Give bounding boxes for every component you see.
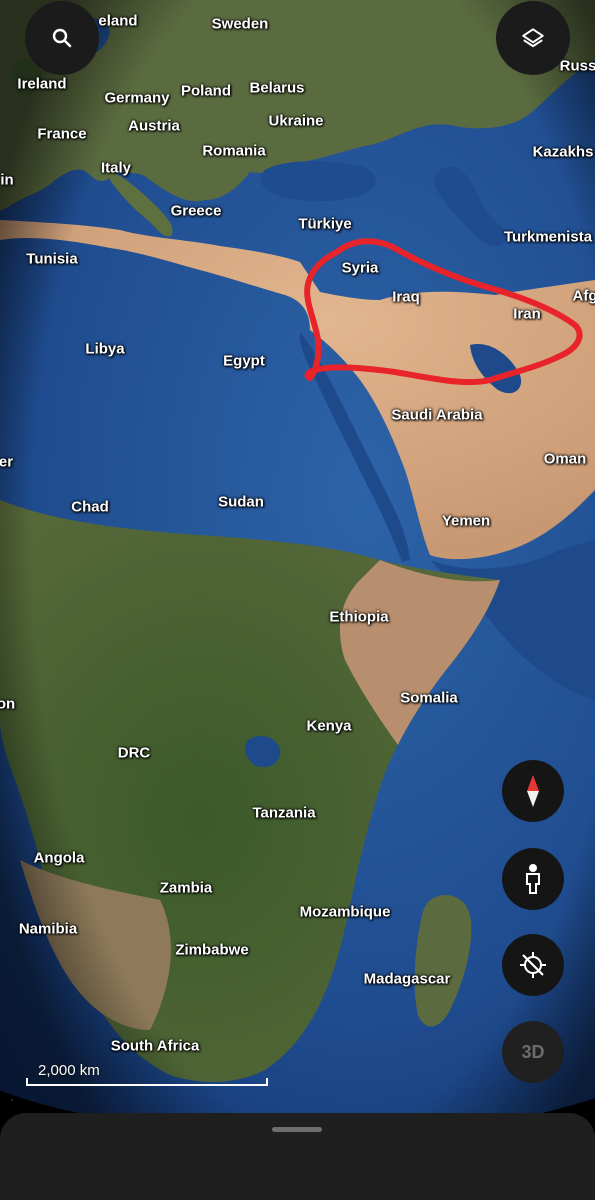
country-label-russia: Russ	[559, 57, 595, 75]
country-label-zambia: Zambia	[159, 879, 213, 897]
country-label-afghanistan: Afg	[572, 287, 595, 305]
country-label-tunisia: Tunisia	[26, 250, 78, 268]
country-label-syria: Syria	[341, 259, 379, 277]
country-label-france: France	[37, 125, 87, 143]
location-off-icon	[520, 952, 546, 978]
country-label-germany: Germany	[104, 89, 170, 107]
country-label-iran: Iran	[513, 305, 541, 323]
country-label-angola: Angola	[33, 849, 85, 867]
country-label-austria: Austria	[128, 117, 180, 135]
view-3d-button[interactable]: 3D	[502, 1021, 564, 1083]
country-label-poland: Poland	[180, 82, 232, 100]
bottom-sheet[interactable]	[0, 1113, 595, 1200]
country-label-greece: Greece	[170, 202, 222, 220]
layers-button[interactable]	[496, 1, 570, 75]
country-label-ukraine: Ukraine	[268, 112, 324, 130]
country-label-gabon: on	[0, 695, 16, 713]
country-label-egypt: Egypt	[223, 352, 265, 370]
country-label-somalia: Somalia	[400, 689, 458, 707]
country-label-romania: Romania	[202, 142, 266, 160]
search-icon	[52, 28, 72, 48]
country-label-niger: er	[0, 453, 14, 471]
country-label-chad: Chad	[71, 498, 109, 516]
country-label-kenya: Kenya	[306, 717, 352, 735]
country-label-libya: Libya	[85, 340, 125, 358]
country-label-sweden: Sweden	[211, 15, 269, 33]
scale-bar-ruler	[26, 1078, 268, 1086]
country-label-ireland: Ireland	[17, 75, 67, 93]
street-view-button[interactable]	[502, 848, 564, 910]
scale-bar: 2,000 km	[26, 1062, 270, 1086]
scale-bar-label: 2,000 km	[38, 1062, 100, 1079]
globe-imagery	[0, 0, 595, 1200]
compass-button[interactable]	[502, 760, 564, 822]
country-label-spain: in	[0, 171, 14, 189]
country-label-iraq: Iraq	[392, 288, 420, 306]
country-label-drc: DRC	[117, 744, 151, 762]
country-label-tanzania: Tanzania	[252, 804, 316, 822]
country-label-italy: Italy	[100, 159, 132, 177]
country-label-saudi-arabia: Saudi Arabia	[391, 406, 483, 424]
search-button[interactable]	[25, 1, 99, 75]
layers-icon	[522, 28, 544, 48]
country-label-yemen: Yemen	[441, 512, 491, 530]
country-label-zimbabwe: Zimbabwe	[175, 941, 249, 959]
country-label-mozambique: Mozambique	[299, 903, 391, 921]
country-label-turkmenistan: Turkmenista	[503, 228, 593, 246]
country-label-sudan: Sudan	[218, 493, 264, 511]
country-label-madagascar: Madagascar	[363, 970, 451, 988]
country-label-iceland: eland	[98, 12, 138, 30]
country-label-turkiye: Türkiye	[298, 215, 352, 233]
pegman-icon	[526, 864, 540, 894]
country-label-belarus: Belarus	[249, 79, 305, 97]
country-label-south-africa: South Africa	[110, 1037, 200, 1055]
country-label-namibia: Namibia	[18, 920, 78, 938]
my-location-button[interactable]	[502, 934, 564, 996]
map-viewport[interactable]: eland Sweden Russ Ireland Germany Poland…	[0, 0, 595, 1200]
country-label-oman: Oman	[543, 450, 587, 468]
country-label-kazakhstan: Kazakhs	[532, 143, 594, 161]
country-label-ethiopia: Ethiopia	[329, 608, 389, 626]
drag-handle[interactable]	[272, 1127, 322, 1132]
compass-icon	[527, 775, 539, 807]
